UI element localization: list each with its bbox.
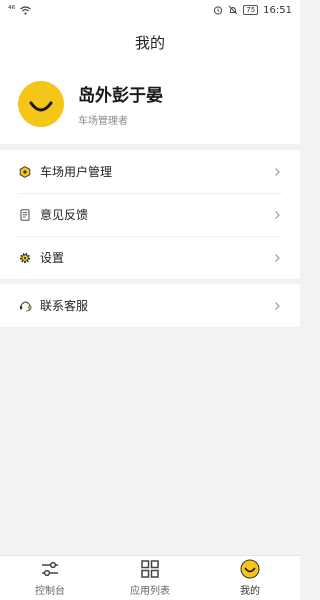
menu-item-settings[interactable]: 设置 — [0, 236, 300, 279]
profile-text: 岛外彭于晏 车场管理者 — [78, 81, 163, 127]
menu-group-main: 车场用户管理 意见反馈 设置 — [0, 150, 300, 279]
alarm-icon — [214, 6, 223, 15]
menu-item-user-management[interactable]: 车场用户管理 — [0, 150, 300, 193]
bottom-nav: 控制台 应用列表 我的 — [0, 555, 300, 600]
nav-label: 控制台 — [35, 586, 65, 597]
menu-group-support: 联系客服 — [0, 284, 300, 327]
headset-icon — [18, 299, 32, 313]
grid-icon — [141, 560, 159, 578]
nav-tab-console[interactable]: 控制台 — [0, 556, 100, 600]
mute-bell-icon — [228, 5, 238, 15]
menu-item-label: 意见反馈 — [40, 208, 89, 222]
settings-icon — [18, 251, 32, 265]
page-title: 我的 — [134, 33, 165, 52]
signal-indicator: ⁴⁶ — [8, 5, 16, 15]
chevron-right-icon — [275, 301, 280, 310]
user-management-icon — [18, 165, 32, 179]
menu-item-feedback[interactable]: 意见反馈 — [0, 193, 300, 236]
menu-item-label: 车场用户管理 — [40, 165, 113, 179]
wifi-icon — [20, 5, 32, 15]
chevron-right-icon — [275, 253, 280, 262]
profile-name: 岛外彭于晏 — [78, 86, 163, 106]
header: 我的 — [0, 20, 300, 64]
chevron-right-icon — [275, 167, 280, 176]
status-left: ⁴⁶ — [8, 5, 32, 15]
profile-card[interactable]: 岛外彭于晏 车场管理者 — [0, 64, 300, 144]
sliders-icon — [42, 561, 58, 577]
nav-tab-mine[interactable]: 我的 — [200, 556, 300, 600]
smiley-icon — [240, 559, 260, 579]
menu-item-contact-support[interactable]: 联系客服 — [0, 284, 300, 327]
status-time: 16:51 — [263, 4, 292, 16]
nav-tab-app-list[interactable]: 应用列表 — [100, 556, 200, 600]
status-bar: ⁴⁶ 75 16:51 — [0, 0, 300, 20]
nav-label: 应用列表 — [130, 586, 170, 597]
chevron-right-icon — [275, 210, 280, 219]
profile-role: 车场管理者 — [78, 116, 128, 127]
screen: ⁴⁶ 75 16:51 我的 岛外彭于晏 车场管理者 车场用户管理 意见反馈 设… — [0, 0, 300, 600]
status-right: 75 16:51 — [213, 5, 292, 16]
menu-item-label: 联系客服 — [40, 299, 89, 313]
menu-item-label: 设置 — [40, 251, 65, 265]
battery-indicator: 75 — [243, 5, 259, 15]
feedback-icon — [18, 208, 32, 222]
nav-label: 我的 — [240, 586, 260, 597]
avatar[interactable] — [18, 81, 64, 127]
